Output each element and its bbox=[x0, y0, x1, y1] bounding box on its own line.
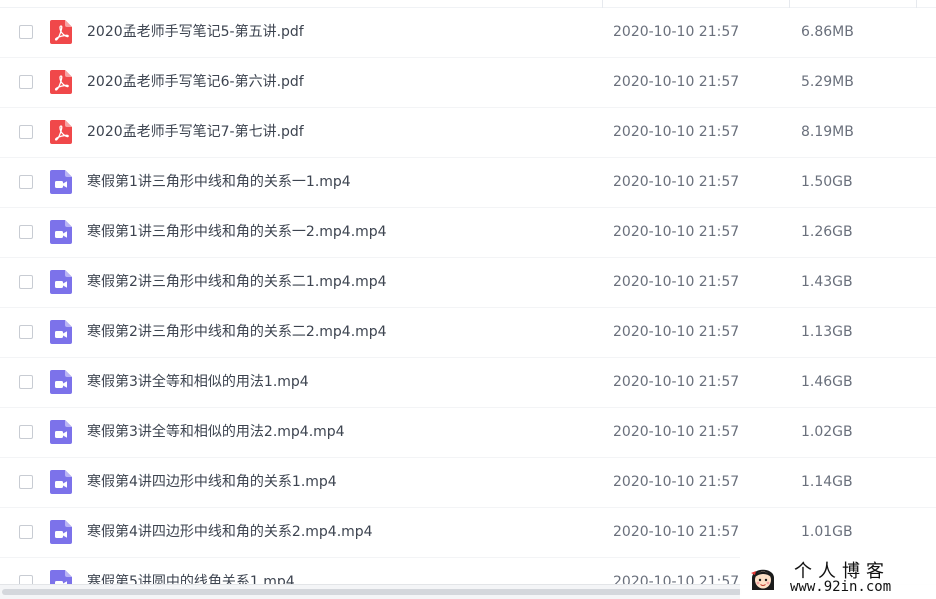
file-size: 5.29MB bbox=[801, 74, 854, 90]
row-checkbox[interactable] bbox=[19, 325, 33, 339]
file-modified-date: 2020-10-10 21:57 bbox=[613, 174, 740, 190]
file-name[interactable]: 寒假第4讲四边形中线和角的关系1.mp4 bbox=[87, 472, 337, 492]
video-file-icon bbox=[50, 470, 72, 494]
file-name[interactable]: 2020孟老师手写笔记7-第七讲.pdf bbox=[87, 122, 304, 142]
file-row[interactable]: 寒假第1讲三角形中线和角的关系一2.mp4.mp4 2020-10-10 21:5… bbox=[0, 208, 936, 258]
column-divider-date[interactable] bbox=[602, 0, 603, 8]
file-modified-date: 2020-10-10 21:57 bbox=[613, 124, 740, 140]
file-size: 1.13GB bbox=[801, 324, 853, 340]
video-file-icon bbox=[50, 220, 72, 244]
row-checkbox[interactable] bbox=[19, 225, 33, 239]
row-checkbox[interactable] bbox=[19, 375, 33, 389]
file-size: 1.02GB bbox=[801, 424, 853, 440]
file-size: 1.26GB bbox=[801, 224, 853, 240]
row-checkbox[interactable] bbox=[19, 275, 33, 289]
video-file-icon bbox=[50, 370, 72, 394]
video-file-icon bbox=[50, 520, 72, 544]
file-name[interactable]: 寒假第4讲四边形中线和角的关系2.mp4.mp4 bbox=[87, 522, 373, 542]
file-modified-date: 2020-10-10 21:57 bbox=[613, 74, 740, 90]
file-modified-date: 2020-10-10 21:57 bbox=[613, 524, 740, 540]
video-file-icon bbox=[50, 170, 72, 194]
video-file-icon bbox=[50, 420, 72, 444]
row-checkbox[interactable] bbox=[19, 525, 33, 539]
file-name[interactable]: 寒假第1讲三角形中线和角的关系一1.mp4 bbox=[87, 172, 351, 192]
file-row[interactable]: 2020孟老师手写笔记5-第五讲.pdf 2020-10-10 21:57 6.86… bbox=[0, 8, 936, 58]
file-size: 6.86MB bbox=[801, 24, 854, 40]
file-modified-date: 2020-10-10 21:57 bbox=[613, 424, 740, 440]
file-size: 1.46GB bbox=[801, 374, 853, 390]
file-modified-date: 2020-10-10 21:57 bbox=[613, 24, 740, 40]
file-name[interactable]: 寒假第1讲三角形中线和角的关系一2.mp4.mp4 bbox=[87, 222, 387, 242]
pdf-file-icon bbox=[50, 70, 72, 94]
pdf-file-icon bbox=[50, 120, 72, 144]
video-file-icon bbox=[50, 320, 72, 344]
file-row[interactable]: 寒假第4讲四边形中线和角的关系2.mp4.mp4 2020-10-10 21:57… bbox=[0, 508, 936, 558]
scrollbar-thumb[interactable] bbox=[2, 589, 742, 595]
watermark-url: www.92in.com bbox=[790, 579, 892, 595]
file-name[interactable]: 寒假第2讲三角形中线和角的关系二1.mp4.mp4 bbox=[87, 272, 387, 292]
file-list-page: 2020孟老师手写笔记5-第五讲.pdf 2020-10-10 21:57 6.86… bbox=[0, 0, 936, 599]
video-file-icon bbox=[50, 270, 72, 294]
file-row[interactable]: 寒假第1讲三角形中线和角的关系一1.mp4 2020-10-10 21:57 1.5… bbox=[0, 158, 936, 208]
file-modified-date: 2020-10-10 21:57 bbox=[613, 374, 740, 390]
file-name[interactable]: 寒假第3讲全等和相似的用法1.mp4 bbox=[87, 372, 309, 392]
file-list: 2020孟老师手写笔记5-第五讲.pdf 2020-10-10 21:57 6.86… bbox=[0, 8, 936, 588]
file-size: 1.14GB bbox=[801, 474, 853, 490]
file-modified-date: 2020-10-10 21:57 bbox=[613, 274, 740, 290]
column-divider-end[interactable] bbox=[916, 0, 917, 8]
file-size: 1.50GB bbox=[801, 174, 853, 190]
file-row[interactable]: 寒假第3讲全等和相似的用法2.mp4.mp4 2020-10-10 21:57 1.… bbox=[0, 408, 936, 458]
row-checkbox[interactable] bbox=[19, 75, 33, 89]
file-name[interactable]: 2020孟老师手写笔记6-第六讲.pdf bbox=[87, 72, 304, 92]
file-row[interactable]: 寒假第4讲四边形中线和角的关系1.mp4 2020-10-10 21:57 1.14… bbox=[0, 458, 936, 508]
pdf-file-icon bbox=[50, 20, 72, 44]
file-name[interactable]: 2020孟老师手写笔记5-第五讲.pdf bbox=[87, 22, 304, 42]
column-divider-size[interactable] bbox=[789, 0, 790, 8]
watermark: 个人博客 www.92in.com bbox=[740, 555, 936, 599]
row-checkbox[interactable] bbox=[19, 25, 33, 39]
file-name[interactable]: 寒假第2讲三角形中线和角的关系二2.mp4.mp4 bbox=[87, 322, 387, 342]
cartoon-avatar-icon bbox=[751, 569, 774, 590]
row-checkbox[interactable] bbox=[19, 475, 33, 489]
row-checkbox[interactable] bbox=[19, 125, 33, 139]
file-row[interactable]: 寒假第2讲三角形中线和角的关系二2.mp4.mp4 2020-10-10 21:5… bbox=[0, 308, 936, 358]
file-size: 8.19MB bbox=[801, 124, 854, 140]
file-size: 1.01GB bbox=[801, 524, 853, 540]
file-row[interactable]: 寒假第2讲三角形中线和角的关系二1.mp4.mp4 2020-10-10 21:5… bbox=[0, 258, 936, 308]
file-row[interactable]: 寒假第3讲全等和相似的用法1.mp4 2020-10-10 21:57 1.46GB bbox=[0, 358, 936, 408]
file-modified-date: 2020-10-10 21:57 bbox=[613, 224, 740, 240]
file-size: 1.43GB bbox=[801, 274, 853, 290]
row-checkbox[interactable] bbox=[19, 425, 33, 439]
row-checkbox[interactable] bbox=[19, 175, 33, 189]
file-name[interactable]: 寒假第3讲全等和相似的用法2.mp4.mp4 bbox=[87, 422, 345, 442]
file-row[interactable]: 2020孟老师手写笔记6-第六讲.pdf 2020-10-10 21:57 5.29… bbox=[0, 58, 936, 108]
file-modified-date: 2020-10-10 21:57 bbox=[613, 474, 740, 490]
file-row[interactable]: 2020孟老师手写笔记7-第七讲.pdf 2020-10-10 21:57 8.19… bbox=[0, 108, 936, 158]
file-modified-date: 2020-10-10 21:57 bbox=[613, 324, 740, 340]
